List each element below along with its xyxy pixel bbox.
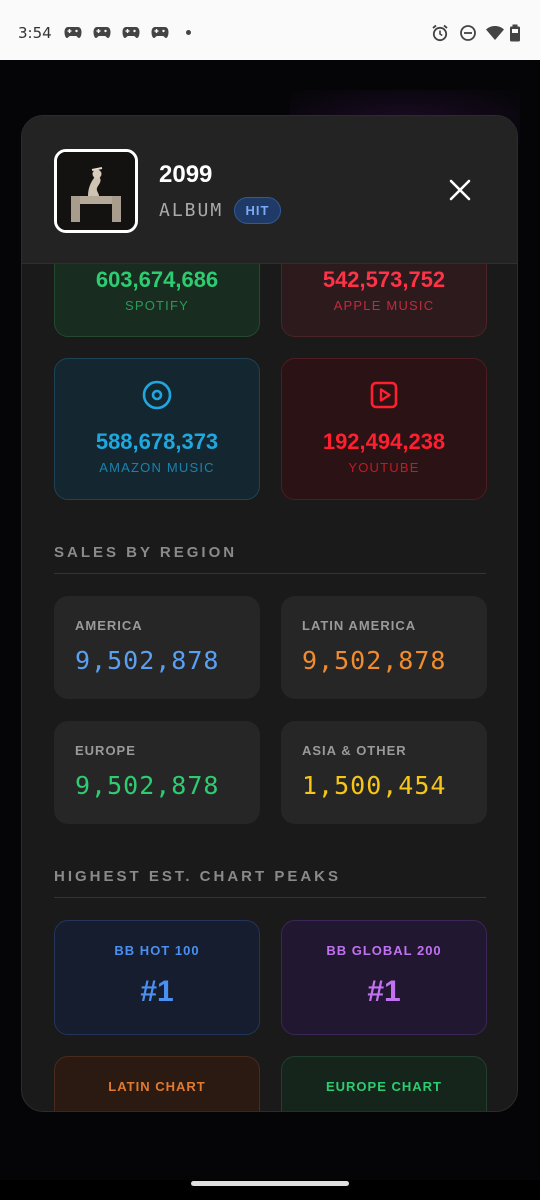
hit-badge: HIT [234,197,281,224]
game-controller-icon [151,27,169,38]
album-details-modal: 2099 ALBUM HIT 603,674,686 SPOTIFY 542,5… [21,115,518,1112]
amazon-music-label: AMAZON MUSIC [99,460,215,475]
apple-music-card: 542,573,752 APPLE MUSIC [281,264,487,337]
alarm-icon [432,24,448,42]
peak-label: BB GLOBAL 200 [326,943,442,958]
spotify-streams: 603,674,686 [95,267,219,292]
album-cover-art [57,152,135,230]
peak-value: #1 [367,975,401,1008]
region-card-america: AMERICA 9,502,878 [54,596,260,699]
peak-card-latin-chart: LATIN CHART [54,1056,260,1111]
battery-icon [510,24,520,42]
peak-value: #1 [140,975,174,1008]
status-bar: 3:54 [0,0,540,60]
do-not-disturb-icon [460,25,476,41]
region-card-europe: EUROPE 9,502,878 [54,721,260,824]
peak-card-bb-hot-100: BB HOT 100 #1 [54,920,260,1035]
close-icon [449,179,471,201]
apple-music-streams: 542,573,752 [322,267,446,292]
region-label: AMERICA [75,618,143,633]
gesture-navigation-bar[interactable] [191,1181,349,1186]
region-card-latin-america: LATIN AMERICA 9,502,878 [281,596,487,699]
peak-label: BB HOT 100 [114,943,200,958]
album-title: 2099 [159,161,213,188]
status-time: 3:54 [18,24,52,42]
peak-label: EUROPE CHART [325,1079,442,1094]
amazon-music-card: 588,678,373 AMAZON MUSIC [54,358,260,500]
amazon-music-streams: 588,678,373 [95,429,219,454]
disc-icon [142,380,172,410]
region-value: 9,502,878 [75,771,220,800]
modal-header: 2099 ALBUM HIT [22,116,517,264]
modal-content[interactable]: 603,674,686 SPOTIFY 542,573,752 APPLE MU… [22,264,517,1111]
peak-card-bb-global-200: BB GLOBAL 200 #1 [281,920,487,1035]
region-card-asia-other: ASIA & OTHER 1,500,454 [281,721,487,824]
game-controller-icon [64,27,82,38]
album-cover [54,149,138,233]
game-controller-icon [122,27,140,38]
youtube-streams: 192,494,238 [322,429,446,454]
spotify-card: 603,674,686 SPOTIFY [54,264,260,337]
wifi-icon [486,26,504,40]
peak-label: LATIN CHART [108,1079,206,1094]
spotify-label: SPOTIFY [124,298,190,313]
region-label: LATIN AMERICA [302,618,417,633]
region-label: ASIA & OTHER [302,743,407,758]
peak-card-europe-chart: EUROPE CHART [281,1056,487,1111]
apple-music-label: APPLE MUSIC [333,298,435,313]
youtube-card: 192,494,238 YOUTUBE [281,358,487,500]
region-value: 1,500,454 [302,771,447,800]
region-value: 9,502,878 [75,646,220,675]
youtube-label: YOUTUBE [348,460,420,475]
game-controller-icon [93,27,111,38]
more-notifications-dot [186,30,191,35]
chart-peaks-heading: HIGHEST EST. CHART PEAKS [54,868,486,898]
region-value: 9,502,878 [302,646,447,675]
album-type: ALBUM [159,200,224,221]
close-button[interactable] [442,172,478,208]
play-square-icon [370,381,398,409]
sales-by-region-heading: SALES BY REGION [54,544,486,574]
region-label: EUROPE [75,743,136,758]
